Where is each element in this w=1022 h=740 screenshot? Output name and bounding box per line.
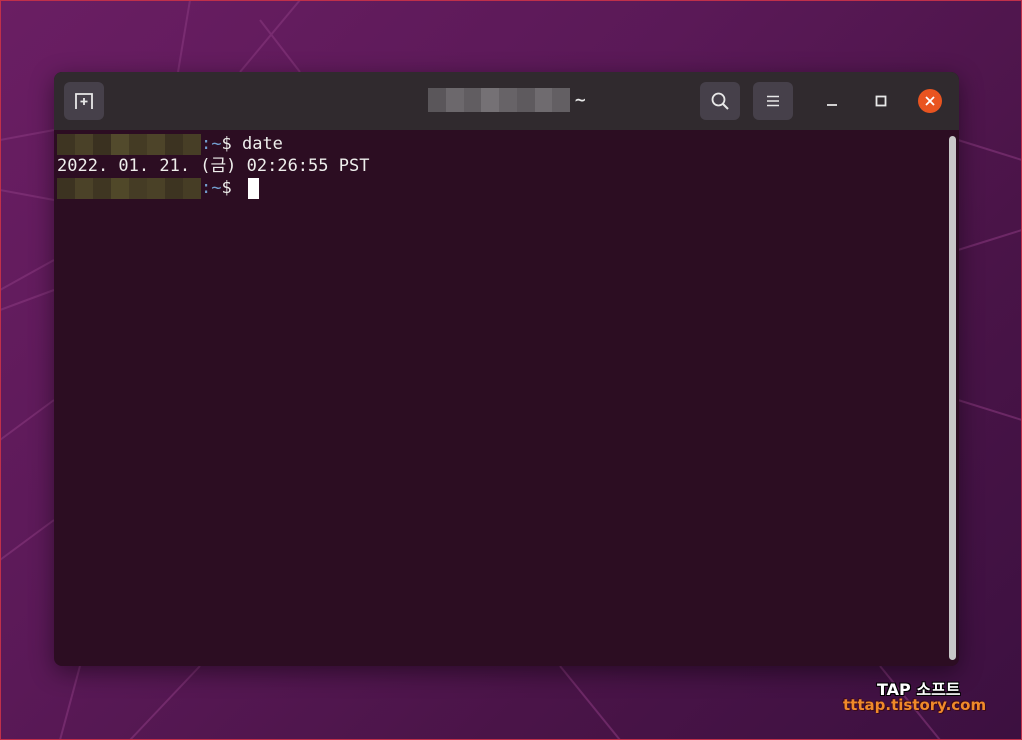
redacted-username	[57, 133, 201, 155]
minimize-icon	[827, 104, 837, 106]
search-icon	[711, 92, 729, 110]
window-title-text: ~	[574, 91, 587, 109]
terminal-line: :~ $	[57, 177, 259, 199]
terminal-line: 2022. 01. 21. (금) 02:26:55 PST	[57, 155, 369, 177]
close-button[interactable]	[918, 89, 942, 113]
window-title: ~	[428, 87, 587, 113]
minimize-button[interactable]	[820, 89, 844, 113]
terminal-line: :~ $ date	[57, 133, 283, 155]
command-text: date	[241, 134, 283, 154]
new-tab-button[interactable]	[64, 82, 104, 120]
search-button[interactable]	[700, 82, 740, 120]
new-tab-icon	[75, 93, 93, 109]
terminal-output[interactable]: :~ $ date 2022. 01. 21. (금) 02:26:55 PST …	[54, 130, 946, 666]
maximize-button[interactable]	[869, 89, 893, 113]
prompt-path: :~	[201, 134, 222, 154]
command-output: 2022. 01. 21. (금) 02:26:55 PST	[57, 156, 370, 176]
prompt-path: :~	[201, 178, 222, 198]
menu-button[interactable]	[753, 82, 793, 120]
redacted-hostname	[428, 88, 570, 112]
redacted-username	[57, 177, 201, 199]
maximize-icon	[875, 95, 887, 107]
scrollbar-thumb[interactable]	[949, 136, 956, 660]
close-icon	[925, 96, 935, 106]
watermark-url: tttap.tistory.com	[843, 696, 987, 714]
title-bar: ~	[54, 72, 959, 130]
prompt-symbol: $	[221, 178, 242, 198]
hamburger-menu-icon	[767, 95, 779, 107]
terminal-window: ~:~ $ date 2022. 01. 21. (금) 02:26:55 P…	[54, 72, 959, 666]
scrollbar[interactable]	[946, 130, 959, 666]
prompt-symbol: $	[221, 134, 242, 154]
text-cursor	[247, 177, 259, 199]
